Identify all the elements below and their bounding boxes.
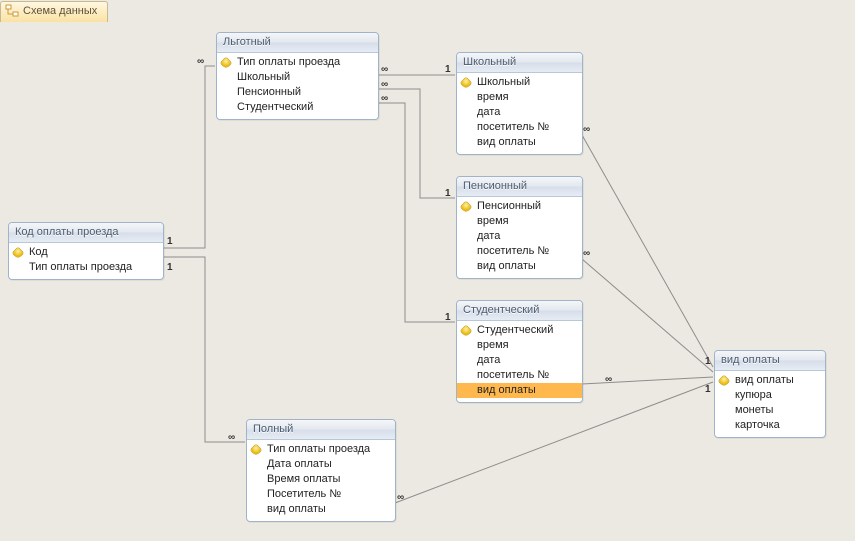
cic: 1	[445, 64, 451, 75]
schema-canvas[interactable]: 1 ∞ 1 ∞ ∞ 1 ∞ 1 ∞ 1 ∞ 1 ∞ ∞ ∞ 1 Код опла…	[0, 22, 855, 541]
table-row[interactable]: время	[457, 214, 582, 229]
c11: 1	[705, 356, 711, 367]
tab-schema[interactable]: Схема данных	[0, 1, 108, 23]
table-row[interactable]: Студентческий	[217, 100, 378, 115]
table-fields: вид оплаты купюра монеты карточка	[715, 371, 825, 437]
table-title[interactable]: Студентческий	[457, 301, 582, 321]
table-fields: Код Тип оплаты проезда	[9, 243, 163, 279]
table-row[interactable]: Дата оплаты	[247, 457, 395, 472]
table-row[interactable]: вид оплаты	[457, 259, 582, 274]
table-row[interactable]: Тип оплаты проезда	[247, 442, 395, 457]
table-title[interactable]: вид оплаты	[715, 351, 825, 371]
cif1: ∞	[583, 124, 590, 135]
table-fields: Пенсионный время дата посетитель № вид о…	[457, 197, 582, 278]
c1e: ∞	[381, 93, 388, 104]
c1c: ∞	[381, 64, 388, 75]
cie: 1	[445, 312, 451, 323]
table-row[interactable]: посетитель №	[457, 244, 582, 259]
cif3: ∞	[605, 374, 612, 385]
c1d: ∞	[381, 79, 388, 90]
table-row[interactable]: вид оплаты	[715, 373, 825, 388]
table-row[interactable]: дата	[457, 229, 582, 244]
relationship-lines: 1 ∞ 1 ∞ ∞ 1 ∞ 1 ∞ 1 ∞ 1 ∞ ∞ ∞ 1	[0, 22, 855, 541]
card-1b: 1	[167, 262, 173, 273]
table-pensionny[interactable]: Пенсионный Пенсионный время дата посетит…	[456, 176, 583, 279]
table-fields: Тип оплаты проезда Дата оплаты Время опл…	[247, 440, 395, 521]
table-row[interactable]: дата	[457, 353, 582, 368]
table-row[interactable]: посетитель №	[457, 368, 582, 383]
table-fields: Школьный время дата посетитель № вид опл…	[457, 73, 582, 154]
c12: 1	[705, 384, 711, 395]
table-row[interactable]: Время оплаты	[247, 472, 395, 487]
table-row[interactable]: вид оплаты	[247, 502, 395, 517]
table-row[interactable]: Пенсионный	[457, 199, 582, 214]
cif2: ∞	[583, 248, 590, 259]
table-row[interactable]: время	[457, 90, 582, 105]
table-row[interactable]: время	[457, 338, 582, 353]
cif4: ∞	[397, 492, 404, 503]
table-shkolny[interactable]: Школьный Школьный время дата посетитель …	[456, 52, 583, 155]
table-fields: Студентческий время дата посетитель № ви…	[457, 321, 582, 402]
table-row[interactable]: Посетитель №	[247, 487, 395, 502]
table-row[interactable]: дата	[457, 105, 582, 120]
table-title[interactable]: Полный	[247, 420, 395, 440]
table-polny[interactable]: Полный Тип оплаты проезда Дата оплаты Вр…	[246, 419, 396, 522]
table-row[interactable]: вид оплаты	[457, 135, 582, 150]
table-studentchesky[interactable]: Студентческий Студентческий время дата п…	[456, 300, 583, 403]
table-row[interactable]: монеты	[715, 403, 825, 418]
tab-title: Схема данных	[23, 5, 97, 17]
table-row[interactable]: карточка	[715, 418, 825, 433]
table-row[interactable]: Тип оплаты проезда	[9, 260, 163, 275]
table-kod-oplaty[interactable]: Код оплаты проезда Код Тип оплаты проезд…	[8, 222, 164, 280]
relationships-icon	[5, 4, 19, 18]
table-fields: Тип оплаты проезда Школьный Пенсионный С…	[217, 53, 378, 119]
table-row[interactable]: Школьный	[217, 70, 378, 85]
table-title[interactable]: Пенсионный	[457, 177, 582, 197]
table-row-selected[interactable]: вид оплаты	[457, 383, 582, 398]
cid: 1	[445, 188, 451, 199]
table-title[interactable]: Код оплаты проезда	[9, 223, 163, 243]
table-row[interactable]: купюра	[715, 388, 825, 403]
table-row[interactable]: Код	[9, 245, 163, 260]
table-row[interactable]: Школьный	[457, 75, 582, 90]
card-infb: ∞	[228, 432, 235, 443]
table-title[interactable]: Льготный	[217, 33, 378, 53]
table-title[interactable]: Школьный	[457, 53, 582, 73]
table-row[interactable]: Тип оплаты проезда	[217, 55, 378, 70]
table-lgotny[interactable]: Льготный Тип оплаты проезда Школьный Пен…	[216, 32, 379, 120]
table-vid-oplaty[interactable]: вид оплаты вид оплаты купюра монеты карт…	[714, 350, 826, 438]
card-inf: ∞	[197, 56, 204, 67]
table-row[interactable]: Студентческий	[457, 323, 582, 338]
table-row[interactable]: посетитель №	[457, 120, 582, 135]
card-1: 1	[167, 236, 173, 247]
table-row[interactable]: Пенсионный	[217, 85, 378, 100]
